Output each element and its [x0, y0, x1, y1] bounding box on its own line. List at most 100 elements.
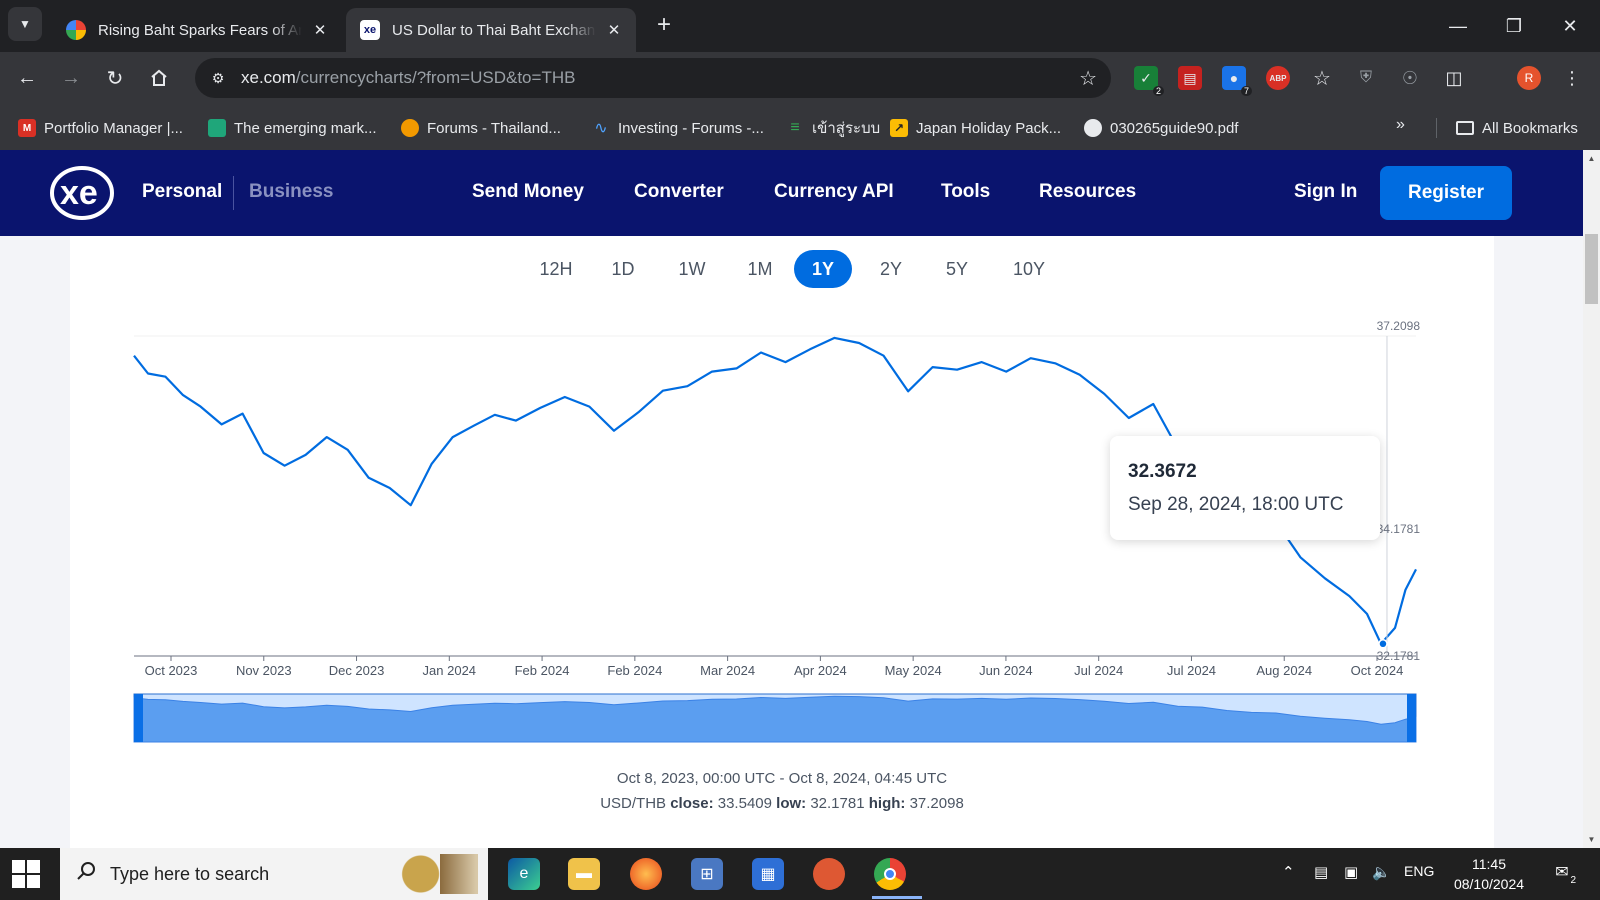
x-tick-label: Mar 2024: [700, 663, 755, 678]
firefox-icon[interactable]: [630, 858, 662, 890]
search-placeholder: Type here to search: [110, 864, 270, 884]
favorites-star-icon[interactable]: ☆: [1310, 66, 1334, 90]
bookmark-forums-thailand[interactable]: Forums - Thailand...: [401, 117, 561, 139]
x-tick-label: Jan 2024: [423, 663, 477, 678]
y-tick-label: 34.1781: [1377, 522, 1421, 536]
taskbar-search[interactable]: Type here to search: [60, 848, 488, 900]
x-tick-label: Dec 2023: [329, 663, 385, 678]
reload-button[interactable]: ↻: [99, 62, 131, 94]
tab-rising-baht[interactable]: Rising Baht Sparks Fears of Another ✕: [52, 8, 342, 52]
bookmark-investing-forums[interactable]: ∿ Investing - Forums -...: [592, 117, 764, 139]
monitor-icon[interactable]: ▣: [1344, 863, 1358, 881]
close-window-button[interactable]: ✕: [1542, 8, 1598, 44]
nav-converter[interactable]: Converter: [634, 181, 724, 203]
scroll-down-icon[interactable]: ▼: [1583, 835, 1600, 844]
x-tick-label: May 2024: [885, 663, 942, 678]
nav-currency-api[interactable]: Currency API: [774, 181, 894, 203]
shield-extension-icon[interactable]: ✓ 2: [1134, 66, 1164, 96]
bookmark-star-icon[interactable]: ☆: [1079, 66, 1097, 91]
x-tick-label: Aug 2024: [1256, 663, 1312, 678]
bookmark-favicon-icon: ↗: [890, 119, 908, 137]
tab-title: Rising Baht Sparks Fears of Another: [98, 21, 302, 39]
more-menu-icon[interactable]: ⋮: [1560, 66, 1584, 90]
site-info-icon[interactable]: ⚙: [207, 67, 229, 89]
bookmark-pdf-guide[interactable]: 030265guide90.pdf: [1084, 117, 1238, 139]
register-button[interactable]: Register: [1380, 166, 1512, 220]
globe-icon: [1084, 119, 1102, 137]
close-tab-icon[interactable]: ✕: [310, 21, 330, 39]
chrome-icon[interactable]: [874, 858, 906, 890]
forward-button[interactable]: →: [55, 62, 87, 94]
sign-in-link[interactable]: Sign In: [1294, 181, 1357, 203]
xe-logo[interactable]: xe: [50, 166, 114, 225]
reload-icon: ↻: [106, 67, 124, 90]
nav-send-money[interactable]: Send Money: [472, 181, 584, 203]
bookmark-japan-holiday[interactable]: ↗ Japan Holiday Pack...: [890, 117, 1061, 139]
x-tick-label: Nov 2023: [236, 663, 292, 678]
tooltip-value: 32.3672: [1128, 461, 1197, 482]
start-button[interactable]: [12, 860, 40, 888]
bookmark-favicon-icon: M: [18, 119, 36, 137]
calculator-icon[interactable]: ⊞: [691, 858, 723, 890]
windows-taskbar: Type here to search e ▬ ⊞ ▦ ⌃ ▤ ▣ 🔈 ENG …: [0, 848, 1600, 900]
tab-xe-currency-chart[interactable]: xe US Dollar to Thai Baht Exchange Rate …: [346, 8, 636, 52]
language-indicator[interactable]: ENG: [1404, 863, 1434, 879]
bookmark-emerging-markets[interactable]: The emerging mark...: [208, 117, 377, 139]
bookmark-favicon-icon: [401, 119, 419, 137]
nav-tools[interactable]: Tools: [941, 181, 990, 203]
xe-logo-mark: xe: [50, 166, 114, 220]
chevron-up-icon[interactable]: ⌃: [1282, 863, 1295, 881]
browser-toolbar: ← → ↻ ⚙ xe.com/currencycharts/?from=USD&…: [0, 52, 1600, 104]
new-tab-button[interactable]: +: [650, 11, 678, 39]
page-scrollbar[interactable]: ▲ ▼: [1583, 150, 1600, 848]
address-url[interactable]: xe.com/currencycharts/?from=USD&to=THB: [241, 68, 575, 88]
chart-card: 12H 1D 1W 1M 1Y 2Y 5Y 10Y 37.2098 34.1781…: [70, 236, 1494, 848]
scrollbar-thumb[interactable]: [1585, 234, 1598, 304]
xe-navbar: xe Personal Business Send Money Converte…: [0, 150, 1583, 236]
bookmarks-bar: M Portfolio Manager |... The emerging ma…: [0, 104, 1600, 150]
bookmark-login-thai[interactable]: ≡ เข้าสู่ระบบ: [786, 117, 880, 139]
x-tick-label: Jun 2024: [979, 663, 1033, 678]
x-tick-label: Oct 2024: [1351, 663, 1404, 678]
restore-window-button[interactable]: ❐: [1486, 8, 1542, 44]
address-bar[interactable]: ⚙ xe.com/currencycharts/?from=USD&to=THB…: [195, 58, 1111, 98]
calendar-icon[interactable]: ▦: [752, 858, 784, 890]
all-bookmarks-button[interactable]: All Bookmarks: [1456, 117, 1578, 139]
chart-stats: USD/THB close: 33.5409 low: 32.1781 high…: [70, 795, 1494, 812]
file-explorer-icon[interactable]: ▬: [568, 858, 600, 890]
privacy-shield-icon[interactable]: ⛨: [1354, 66, 1378, 90]
navigator-right-handle: [1407, 694, 1416, 742]
tab-search-button[interactable]: ▼: [8, 7, 42, 41]
profile-avatar[interactable]: R: [1517, 66, 1541, 90]
crosshair-point: [1378, 639, 1388, 649]
notifications-icon[interactable]: ✉ 2: [1550, 862, 1576, 886]
globe-icon[interactable]: ☉: [1398, 66, 1422, 90]
more-bookmarks-icon[interactable]: »: [1396, 116, 1405, 134]
pdf-extension-icon[interactable]: ▤: [1178, 66, 1202, 90]
segment-business[interactable]: Business: [249, 181, 333, 203]
x-tick-label: Jul 2024: [1074, 663, 1123, 678]
edge-icon[interactable]: e: [508, 858, 540, 890]
bookmark-portfolio-manager[interactable]: M Portfolio Manager |...: [18, 117, 183, 139]
xe-favicon-icon: xe: [360, 20, 380, 40]
duckduckgo-icon[interactable]: [813, 858, 845, 890]
volume-icon[interactable]: 🔈: [1372, 863, 1391, 881]
tab-favicon-icon: [66, 20, 86, 40]
scroll-up-icon[interactable]: ▲: [1583, 154, 1600, 163]
pair-label: USD/THB: [600, 795, 667, 812]
segment-personal[interactable]: Personal: [142, 181, 222, 203]
back-button[interactable]: ←: [11, 62, 43, 94]
system-clock[interactable]: 11:45 08/10/2024: [1444, 854, 1534, 894]
arrow-left-icon: ←: [17, 66, 37, 89]
puzzle-blue-extension-icon[interactable]: ● 7: [1222, 66, 1252, 96]
close-icon: ✕: [1562, 15, 1578, 36]
close-tab-icon[interactable]: ✕: [604, 21, 624, 39]
nav-resources[interactable]: Resources: [1039, 181, 1136, 203]
home-button[interactable]: [143, 62, 175, 94]
minimize-window-button[interactable]: —: [1430, 8, 1486, 44]
x-tick-label: Jul 2024: [1167, 663, 1216, 678]
adblock-extension-icon[interactable]: ABP: [1266, 66, 1290, 90]
high-label: high:: [868, 795, 906, 812]
network-icon[interactable]: ▤: [1314, 863, 1328, 881]
extensions-puzzle-icon[interactable]: ◫: [1442, 66, 1466, 90]
